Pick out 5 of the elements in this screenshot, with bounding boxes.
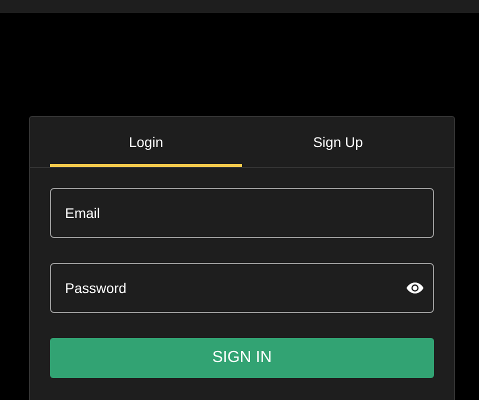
input-field[interactable]: Email bbox=[50, 188, 434, 238]
input-field[interactable]: Password bbox=[50, 263, 434, 313]
tab[interactable]: Login bbox=[50, 117, 242, 167]
tab[interactable]: Sign Up bbox=[242, 117, 434, 167]
eye-icon[interactable] bbox=[406, 282, 424, 294]
